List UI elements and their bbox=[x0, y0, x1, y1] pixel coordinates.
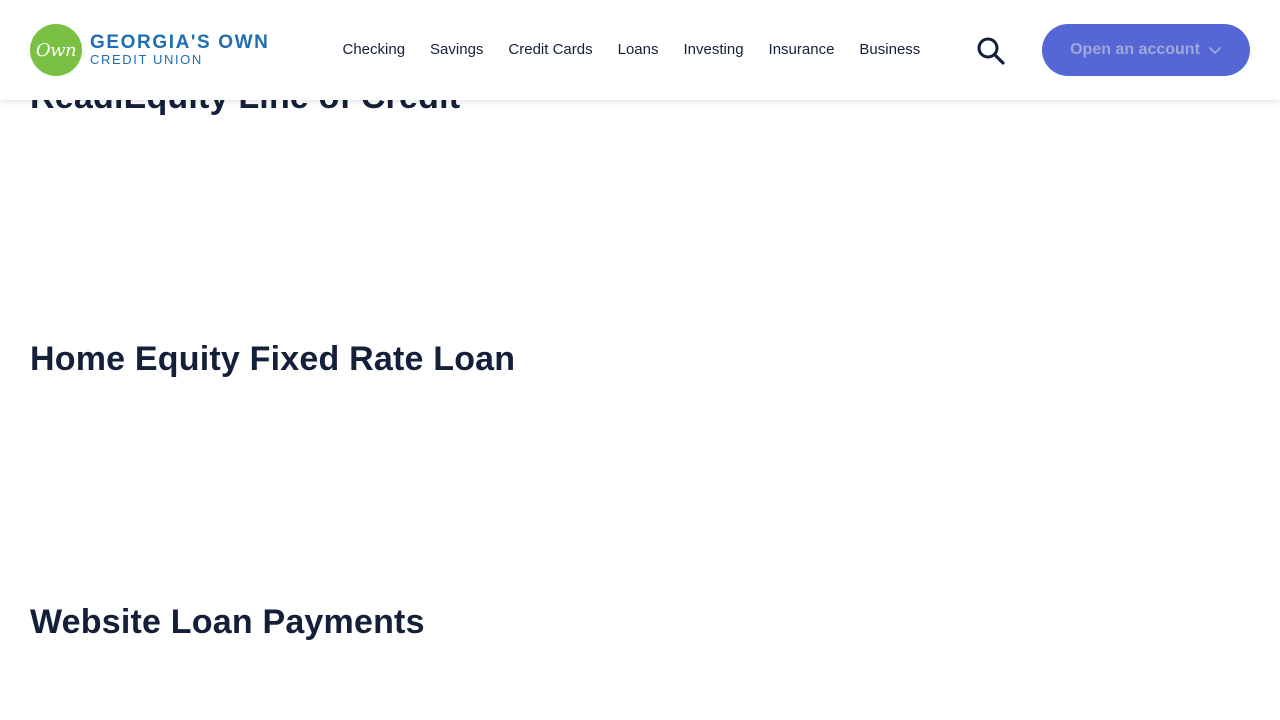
nav-item-investing[interactable]: Investing bbox=[671, 38, 756, 62]
logo-line-2: CREDIT UNION bbox=[90, 52, 203, 67]
nav-item-credit-cards[interactable]: Credit Cards bbox=[496, 38, 605, 62]
nav-item-loans[interactable]: Loans bbox=[605, 38, 671, 62]
section-title-home-equity: Home Equity Fixed Rate Loan bbox=[30, 340, 516, 378]
logo-badge-text: Own bbox=[35, 39, 77, 61]
open-account-button[interactable]: Open an account bbox=[1042, 24, 1250, 76]
search-icon bbox=[977, 37, 1005, 65]
logo-wordmark: GEORGIA'S OWN CREDIT UNION bbox=[90, 33, 269, 67]
search-button[interactable] bbox=[975, 35, 1007, 67]
logo-line-1: GEORGIA'S OWN bbox=[90, 32, 270, 53]
logo-link[interactable]: Own GEORGIA'S OWN CREDIT UNION bbox=[30, 24, 269, 76]
nav-item-insurance[interactable]: Insurance bbox=[756, 38, 847, 62]
main-nav: Checking Savings Credit Cards Loans Inve… bbox=[330, 38, 933, 62]
open-account-label: Open an account bbox=[1070, 41, 1200, 58]
section-title-website-loan-payments: Website Loan Payments bbox=[30, 603, 425, 641]
site-header: Own GEORGIA'S OWN CREDIT UNION Checking … bbox=[0, 0, 1280, 100]
nav-item-checking[interactable]: Checking bbox=[330, 38, 418, 62]
chevron-down-icon bbox=[1208, 47, 1221, 54]
page: Own GEORGIA'S OWN CREDIT UNION Checking … bbox=[0, 0, 1280, 720]
logo-badge: Own bbox=[30, 24, 82, 76]
nav-item-business[interactable]: Business bbox=[847, 38, 933, 62]
nav-item-savings[interactable]: Savings bbox=[418, 38, 496, 62]
